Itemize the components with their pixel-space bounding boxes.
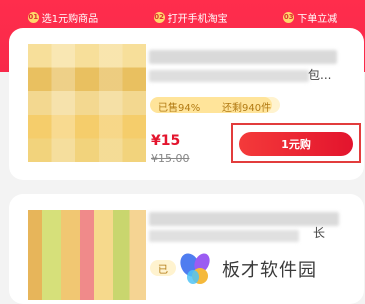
- steps-bar: 01 选1元购商品 02 打开手机淘宝 03 下单立减: [0, 8, 365, 26]
- step-label: 下单立减: [297, 13, 338, 25]
- product-card[interactable]: 包... 已售94% 还剩940件 ¥15 ¥15.00 1元购: [9, 28, 364, 180]
- product-title-tail: 包...: [308, 68, 332, 82]
- step-2: 02 打开手机淘宝: [153, 10, 228, 25]
- product-title-blurred[interactable]: [149, 212, 339, 226]
- step-label: 打开手机淘宝: [167, 13, 228, 25]
- product-title-blurred-line2[interactable]: [149, 70, 309, 82]
- watermark-logo-icon: [178, 251, 214, 287]
- original-price: ¥15.00: [151, 152, 190, 165]
- step-number-badge: 03: [283, 11, 295, 23]
- one-yuan-buy-button[interactable]: 1元购: [239, 132, 353, 156]
- remaining-stock-label: 还剩940件: [222, 103, 272, 113]
- sales-progress-bar: 已售94% 还剩940件: [150, 97, 280, 113]
- step-number-badge: 01: [27, 11, 39, 23]
- product-image[interactable]: [28, 210, 146, 300]
- sold-percent-label: 已售94%: [158, 103, 201, 113]
- product-title-tail: 长: [313, 226, 326, 240]
- site-watermark: 板才软件园: [178, 250, 317, 288]
- step-number-badge: 02: [153, 11, 165, 23]
- current-price: ¥15: [151, 133, 181, 149]
- step-3: 03 下单立减: [283, 10, 337, 25]
- step-label: 选1元购商品: [41, 13, 99, 25]
- step-1: 01 选1元购商品: [27, 10, 99, 25]
- sales-badge: 已: [150, 260, 176, 276]
- watermark-text: 板才软件园: [222, 260, 317, 281]
- product-title-blurred[interactable]: [149, 50, 337, 64]
- product-image[interactable]: [28, 44, 146, 162]
- product-title-blurred-line2[interactable]: [149, 230, 299, 242]
